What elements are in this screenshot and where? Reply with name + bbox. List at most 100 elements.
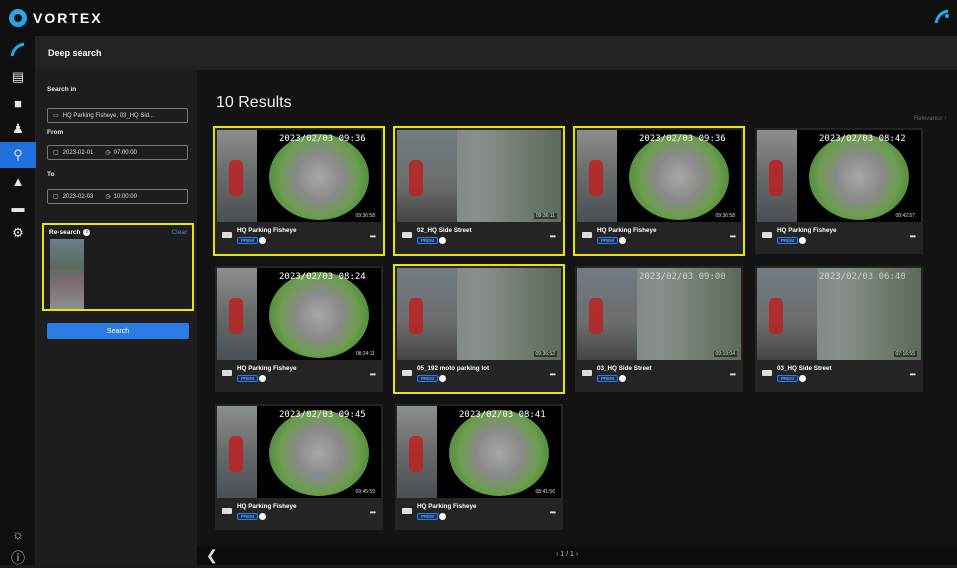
person-crop	[577, 268, 637, 360]
search-in-label: Search in	[47, 86, 77, 93]
info-icon[interactable]	[799, 375, 806, 382]
prem-badge: PREM	[237, 375, 259, 382]
result-card[interactable]: 09:36:52 05_192 moto parking lot PREM •••	[393, 264, 565, 394]
info-icon[interactable]	[619, 375, 626, 382]
nav-rail: ▤ ■ ♟ ⚲ ▲ ▬ ⚙ ☼ ⓘ	[0, 36, 36, 568]
clip-time: 08:24:11	[353, 351, 377, 357]
search-button[interactable]: Search	[47, 323, 189, 339]
pagination[interactable]: ‹ 1 / 1 ›	[556, 551, 578, 558]
info-icon[interactable]	[259, 375, 266, 382]
result-thumbnail[interactable]: 2023/02/03 08:24 08:24:11	[217, 268, 381, 360]
from-time: 07:00:00	[113, 149, 137, 156]
prem-badge: PREM	[777, 375, 799, 382]
search-in-value: HQ Parking Fisheye, 03_HQ Sid...	[62, 112, 155, 119]
sun-icon[interactable]: ☼	[0, 526, 36, 542]
more-menu-icon[interactable]: •••	[730, 370, 736, 379]
result-card[interactable]: 2023/02/03 08:42 08:42:57 HQ Parking Fishe…	[755, 128, 923, 254]
result-thumbnail[interactable]: 09:36:11	[397, 130, 561, 222]
calendar-icon: ▢	[53, 194, 59, 200]
gear-icon[interactable]: ⚙	[0, 220, 36, 246]
camera-icon	[582, 232, 592, 238]
more-menu-icon[interactable]: •••	[370, 508, 376, 517]
prem-badge: PREM	[417, 237, 439, 244]
more-menu-icon[interactable]: •••	[730, 232, 736, 241]
result-card[interactable]: 2023/02/03 06:40 07:16:55 03_HQ Side Stree…	[755, 266, 923, 392]
person-crop	[217, 268, 257, 360]
prem-badge: PREM	[597, 375, 619, 382]
more-menu-icon[interactable]: •••	[550, 508, 556, 517]
result-card[interactable]: 09:36:11 02_HQ Side Street PREM •••	[393, 126, 565, 256]
more-menu-icon[interactable]: •••	[910, 232, 916, 241]
fisheye-view	[809, 134, 909, 220]
more-menu-icon[interactable]: •••	[370, 370, 376, 379]
rail-logo-icon[interactable]	[0, 36, 36, 64]
info-icon[interactable]	[439, 513, 446, 520]
result-card[interactable]: 2023/02/03 09:36 09:36:58 HQ Parking Fishe…	[213, 126, 385, 256]
camera-icon	[222, 232, 232, 238]
result-thumbnail[interactable]: 09:36:52	[397, 268, 561, 360]
more-menu-icon[interactable]: •••	[550, 232, 556, 241]
result-thumbnail[interactable]: 2023/02/03 09:00 09:19:04	[577, 268, 741, 360]
result-thumbnail[interactable]: 2023/02/03 09:36 09:36:58	[577, 130, 741, 222]
result-thumbnail[interactable]: 2023/02/03 08:41 08:41:56	[397, 406, 561, 498]
result-card[interactable]: 2023/02/03 09:00 09:19:04 03_HQ Side Stree…	[575, 266, 743, 392]
info-icon[interactable]	[259, 237, 266, 244]
more-menu-icon[interactable]: •••	[910, 370, 916, 379]
clear-link[interactable]: Clear	[171, 229, 187, 236]
result-card[interactable]: 2023/02/03 08:41 08:41:56 HQ Parking Fishe…	[395, 404, 563, 530]
timestamp: 2023/02/03 09:45	[279, 410, 366, 420]
search-in-field[interactable]: ▭ HQ Parking Fisheye, 03_HQ Sid...	[47, 108, 188, 123]
info-icon[interactable]	[439, 375, 446, 382]
more-menu-icon[interactable]: •••	[550, 370, 556, 379]
bell-icon[interactable]: ▲	[0, 168, 36, 194]
prem-badge: PREM	[237, 237, 259, 244]
info-icon[interactable]	[799, 237, 806, 244]
info-icon[interactable]	[619, 237, 626, 244]
clip-time: 09:36:58	[713, 213, 737, 219]
video-icon[interactable]: ■	[0, 90, 36, 116]
from-label: From	[47, 129, 64, 136]
back-arrow-icon[interactable]: ❮	[206, 547, 218, 564]
to-field[interactable]: ▢ 2023-02-03 ◷ 10:00:00	[47, 189, 188, 204]
from-date: 2023-02-01	[62, 149, 94, 156]
timestamp: 2023/02/03 08:42	[819, 134, 906, 144]
research-box[interactable]: Re-search i Clear	[42, 223, 194, 311]
clip-time: 09:36:58	[353, 213, 377, 219]
user-icon[interactable]: ♟	[0, 116, 36, 142]
camera-name: 03_HQ Side Street	[597, 365, 652, 372]
timestamp: 2023/02/03 09:36	[639, 134, 726, 144]
result-thumbnail[interactable]: 2023/02/03 06:40 07:16:55	[757, 268, 921, 360]
clip-time: 09:19:04	[713, 351, 737, 357]
prem-badge: PREM	[237, 513, 259, 520]
camera-icon	[402, 508, 412, 514]
fisheye-view	[269, 410, 369, 496]
camera-name: 02_HQ Side Street	[417, 227, 472, 234]
info-icon[interactable]	[259, 513, 266, 520]
person-crop	[577, 130, 617, 222]
more-menu-icon[interactable]: •••	[370, 232, 376, 241]
camera-icon	[402, 232, 412, 238]
result-card[interactable]: 2023/02/03 09:45 09:45:59 HQ Parking Fishe…	[215, 404, 383, 530]
vortex-mark-icon[interactable]	[933, 8, 951, 26]
result-card[interactable]: 2023/02/03 09:36 09:36:58 HQ Parking Fishe…	[573, 126, 745, 256]
result-thumbnail[interactable]: 2023/02/03 09:45 09:45:59	[217, 406, 381, 498]
camera-name: 05_192 moto parking lot	[417, 365, 490, 372]
result-thumbnail[interactable]: 2023/02/03 09:36 09:36:58	[217, 130, 381, 222]
result-card[interactable]: 2023/02/03 08:24 08:24:11 HQ Parking Fishe…	[215, 266, 383, 392]
clip-time: 07:16:55	[893, 351, 917, 357]
from-field[interactable]: ▢ 2023-02-01 ◷ 07:00:00	[47, 145, 188, 160]
search-icon[interactable]: ⚲	[0, 142, 36, 168]
research-thumbnail	[50, 239, 84, 309]
sort-dropdown[interactable]: Relevance ↑	[914, 116, 947, 122]
brand-name: VORTEX	[33, 10, 103, 26]
prem-badge: PREM	[597, 237, 619, 244]
result-thumbnail[interactable]: 2023/02/03 08:42 08:42:57	[757, 130, 921, 222]
info-icon[interactable]	[439, 237, 446, 244]
help-icon[interactable]: ⓘ	[0, 548, 36, 568]
layout-icon[interactable]: ▤	[0, 64, 36, 90]
archive-icon[interactable]: ▬	[0, 194, 36, 220]
fisheye-view	[269, 272, 369, 358]
prem-badge: PREM	[417, 375, 439, 382]
camera-name: HQ Parking Fisheye	[237, 227, 297, 234]
camera-name: HQ Parking Fisheye	[597, 227, 657, 234]
